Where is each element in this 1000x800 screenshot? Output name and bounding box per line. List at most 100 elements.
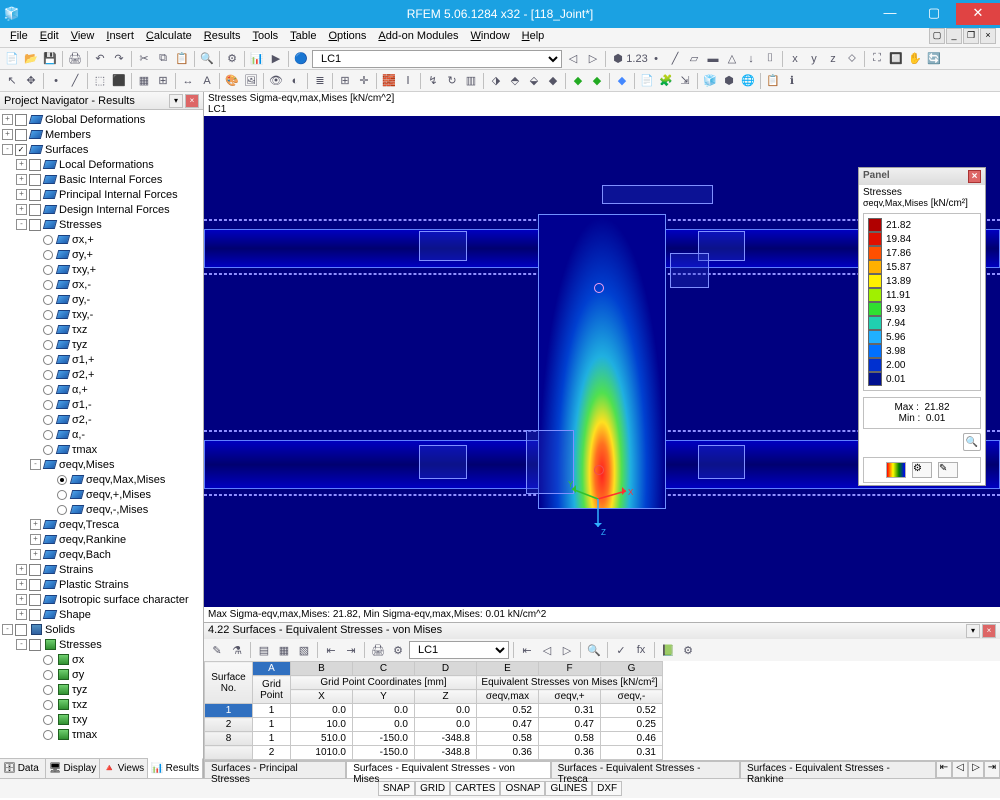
radio[interactable] bbox=[43, 250, 53, 260]
radio[interactable] bbox=[43, 430, 53, 440]
expand-icon[interactable]: + bbox=[2, 129, 13, 140]
expand-icon[interactable]: + bbox=[16, 594, 27, 605]
expand-icon[interactable]: + bbox=[16, 159, 27, 170]
redo-icon[interactable]: ↷ bbox=[110, 50, 128, 68]
tree-node[interactable]: τyz bbox=[2, 337, 201, 352]
colors-icon[interactable]: 🎨 bbox=[223, 72, 241, 90]
rp-first-icon[interactable]: ⇤ bbox=[518, 641, 536, 659]
tree-node[interactable]: -σeqv,Mises bbox=[2, 457, 201, 472]
tree-node[interactable]: +Basic Internal Forces bbox=[2, 172, 201, 187]
rp-cfg-icon[interactable]: ⚙ bbox=[679, 641, 697, 659]
text-icon[interactable]: A bbox=[198, 72, 216, 90]
menu-help[interactable]: Help bbox=[516, 28, 551, 47]
tree-node[interactable]: σx bbox=[2, 652, 201, 667]
tree-node[interactable]: τxy,+ bbox=[2, 262, 201, 277]
tab-scroll-icon[interactable]: ⇤ bbox=[936, 761, 952, 778]
surf-btn-icon[interactable]: ▱ bbox=[685, 50, 703, 68]
checkbox[interactable] bbox=[29, 594, 41, 606]
zoom-all-icon[interactable]: ⛶ bbox=[868, 50, 886, 68]
zoom-icon[interactable]: 🔍 bbox=[963, 433, 981, 451]
radio[interactable] bbox=[43, 325, 53, 335]
expand-icon[interactable]: + bbox=[30, 549, 41, 560]
cascade-icon[interactable]: ▢ bbox=[929, 28, 945, 44]
prop-icon[interactable]: 📋 bbox=[764, 72, 782, 90]
area-icon[interactable]: ▥ bbox=[462, 72, 480, 90]
open-icon[interactable]: 📂 bbox=[22, 50, 40, 68]
expand-icon[interactable]: + bbox=[30, 519, 41, 530]
checkbox[interactable] bbox=[15, 114, 27, 126]
radio[interactable] bbox=[43, 370, 53, 380]
rotate-icon[interactable]: 🔄 bbox=[925, 50, 943, 68]
tree-node[interactable]: +Local Deformations bbox=[2, 157, 201, 172]
tab-scroll-icon[interactable]: ▷ bbox=[968, 761, 984, 778]
menu-table[interactable]: Table bbox=[284, 28, 322, 47]
radio[interactable] bbox=[43, 670, 53, 680]
close-button[interactable]: ✕ bbox=[956, 3, 1000, 25]
panel-tab-filter-icon[interactable]: ✎ bbox=[938, 462, 958, 478]
rp-excel-icon[interactable]: 📗 bbox=[659, 641, 677, 659]
rp-go1-icon[interactable]: ⇤ bbox=[322, 641, 340, 659]
expand-icon[interactable]: + bbox=[16, 174, 27, 185]
show-results-icon[interactable]: 📊 bbox=[248, 50, 266, 68]
anim-icon[interactable]: ▶ bbox=[267, 50, 285, 68]
rp-view1-icon[interactable]: ▤ bbox=[255, 641, 273, 659]
tree-node[interactable]: σeqv,-,Mises bbox=[2, 502, 201, 517]
tree-node[interactable]: σ1,+ bbox=[2, 352, 201, 367]
tree-node[interactable]: σy bbox=[2, 667, 201, 682]
tree-node[interactable]: τmax bbox=[2, 727, 201, 742]
new-icon[interactable]: 📄 bbox=[3, 50, 21, 68]
tree-node[interactable]: τxz bbox=[2, 697, 201, 712]
expand-icon[interactable]: + bbox=[16, 609, 27, 620]
results-tab[interactable]: Surfaces - Equivalent Stresses - Tresca bbox=[551, 761, 740, 778]
checkbox[interactable] bbox=[29, 204, 41, 216]
checkbox[interactable] bbox=[29, 159, 41, 171]
menu-options[interactable]: Options bbox=[322, 28, 372, 47]
radio[interactable] bbox=[43, 400, 53, 410]
expand-icon[interactable]: + bbox=[16, 189, 27, 200]
tree-node[interactable]: τmax bbox=[2, 442, 201, 457]
pan-icon[interactable]: ✋ bbox=[906, 50, 924, 68]
mdi-minimize[interactable]: _ bbox=[946, 28, 962, 44]
mdi-close[interactable]: × bbox=[980, 28, 996, 44]
tree-node[interactable]: σeqv,+,Mises bbox=[2, 487, 201, 502]
wireframe-icon[interactable]: ⬚ bbox=[91, 72, 109, 90]
tree-node[interactable]: +σeqv,Rankine bbox=[2, 532, 201, 547]
tree-node[interactable]: +Design Internal Forces bbox=[2, 202, 201, 217]
globe-icon[interactable]: 🌐 bbox=[739, 72, 757, 90]
section-db-icon[interactable]: Ⅰ bbox=[399, 72, 417, 90]
tree-node[interactable]: +Members bbox=[2, 127, 201, 142]
grid-icon[interactable]: ⊞ bbox=[336, 72, 354, 90]
results-close-icon[interactable]: × bbox=[982, 624, 996, 638]
tree-node[interactable]: +σeqv,Tresca bbox=[2, 517, 201, 532]
expand-icon[interactable]: + bbox=[16, 204, 27, 215]
status-snap[interactable]: SNAP bbox=[378, 781, 415, 796]
tree-node[interactable]: -Stresses bbox=[2, 637, 201, 652]
status-osnap[interactable]: OSNAP bbox=[500, 781, 545, 796]
expand-icon[interactable]: + bbox=[30, 534, 41, 545]
radio[interactable] bbox=[43, 655, 53, 665]
green2-icon[interactable]: ◆ bbox=[588, 72, 606, 90]
iso-icon[interactable]: ⬦ bbox=[843, 50, 861, 68]
results-panel[interactable]: Panel × Stresses σeqv,Max,Mises [kN/cm²]… bbox=[858, 167, 986, 486]
tree-node[interactable]: +Plastic Strains bbox=[2, 577, 201, 592]
menu-file[interactable]: File bbox=[4, 28, 34, 47]
navtab-display[interactable]: 🖥Display bbox=[46, 759, 101, 778]
lc-next-icon[interactable]: ▷ bbox=[584, 50, 602, 68]
view-y-icon[interactable]: y bbox=[805, 50, 823, 68]
moment-icon[interactable]: ↻ bbox=[443, 72, 461, 90]
minimize-button[interactable]: — bbox=[868, 3, 912, 25]
section-icon[interactable]: ⌷ bbox=[761, 50, 779, 68]
tree-node[interactable]: σeqv,Max,Mises bbox=[2, 472, 201, 487]
rp-fx-icon[interactable]: fx bbox=[632, 641, 650, 659]
tree-node[interactable]: +Principal Internal Forces bbox=[2, 187, 201, 202]
xyz-icon[interactable]: ⬢ bbox=[609, 50, 627, 68]
save-icon[interactable]: 💾 bbox=[41, 50, 59, 68]
line-tool-icon[interactable]: ╱ bbox=[66, 72, 84, 90]
navtab-data[interactable]: 🗄Data bbox=[0, 759, 46, 778]
menu-edit[interactable]: Edit bbox=[34, 28, 65, 47]
menu-results[interactable]: Results bbox=[198, 28, 247, 47]
expand-icon[interactable]: + bbox=[16, 579, 27, 590]
results-tab[interactable]: Surfaces - Principal Stresses bbox=[204, 761, 346, 778]
tree-node[interactable]: σ2,- bbox=[2, 412, 201, 427]
tree-node[interactable]: +Isotropic surface character bbox=[2, 592, 201, 607]
